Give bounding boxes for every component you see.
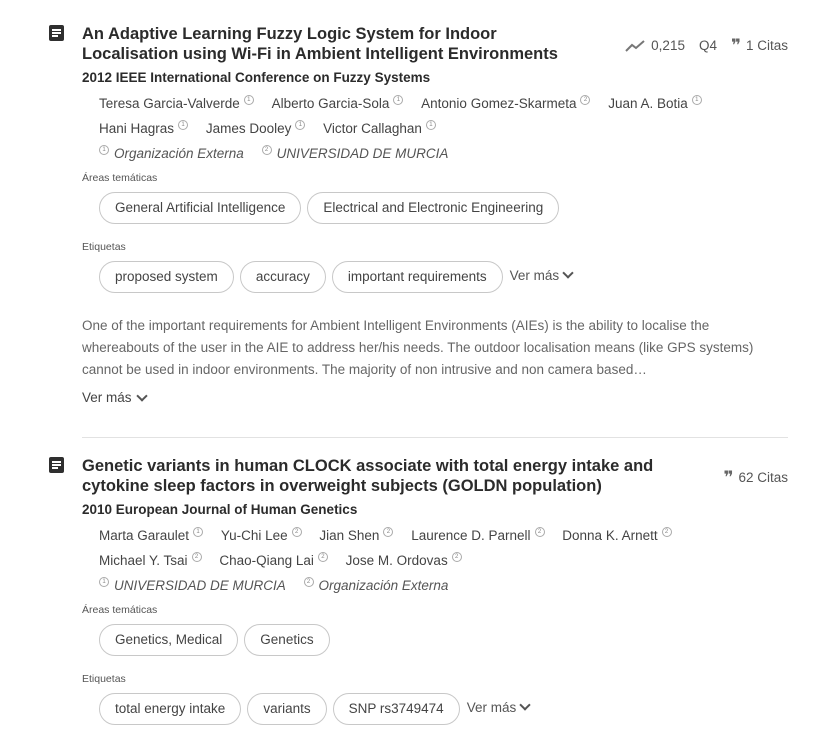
publication-list: An Adaptive Learning Fuzzy Logic System … bbox=[0, 0, 813, 725]
area-chip[interactable]: Genetics bbox=[244, 624, 330, 656]
author-list: Teresa Garcia-Valverde 1 Alberto Garcia-S… bbox=[82, 91, 788, 141]
tag-chip[interactable]: variants bbox=[247, 693, 327, 725]
organization-item[interactable]: 1 Organización Externa bbox=[99, 141, 244, 167]
organization-item[interactable]: 2 UNIVERSIDAD DE MURCIA bbox=[261, 141, 448, 167]
affiliation-badge: 2 bbox=[383, 527, 394, 537]
quote-icon: ❞ bbox=[730, 35, 741, 56]
tags-chips: total energy intake variants SNP rs37494… bbox=[82, 693, 788, 725]
affiliation-badge: 2 bbox=[534, 527, 545, 537]
author-item[interactable]: Chao-Qiang Lai 2 bbox=[219, 548, 328, 573]
affiliation-badge: 2 bbox=[291, 527, 302, 537]
author-item[interactable]: Victor Callaghan 1 bbox=[323, 116, 436, 141]
author-list: Marta Garaulet 1 Yu-Chi Lee 2 Jian Shen 2 L… bbox=[82, 523, 788, 573]
article-icon bbox=[49, 25, 64, 41]
chevron-down-icon bbox=[135, 389, 148, 402]
author-item[interactable]: Jose M. Ordovas 2 bbox=[346, 548, 462, 573]
affiliation-badge: 1 bbox=[243, 95, 254, 105]
tag-chip[interactable]: accuracy bbox=[239, 261, 326, 293]
affiliation-badge: 2 bbox=[451, 552, 462, 562]
affiliation-badge: 1 bbox=[193, 527, 204, 537]
area-chip[interactable]: Genetics, Medical bbox=[99, 624, 239, 656]
quartile-value: Q4 bbox=[698, 38, 717, 53]
impact-metric: 0,215 bbox=[625, 38, 685, 53]
author-item[interactable]: Donna K. Arnett 2 bbox=[562, 523, 672, 548]
affiliation-badge: 1 bbox=[425, 120, 436, 130]
impact-value: 0,215 bbox=[651, 38, 685, 53]
affiliation-badge: 1 bbox=[691, 95, 702, 105]
affiliation-badge: 1 bbox=[295, 120, 306, 130]
publication-metrics: ❞ 62 Citas bbox=[723, 467, 788, 488]
author-item[interactable]: Antonio Gomez-Skarmeta 2 bbox=[421, 91, 591, 116]
affiliation-badge: 1 bbox=[393, 95, 404, 105]
tags-chips: proposed system accuracy important requi… bbox=[82, 261, 788, 293]
tag-chip[interactable]: important requirements bbox=[331, 261, 503, 293]
author-item[interactable]: Michael Y. Tsai 2 bbox=[99, 548, 202, 573]
areas-label: Áreas temáticas bbox=[82, 604, 158, 616]
publication-metrics: 0,215 Q4 ❞ 1 Citas bbox=[625, 35, 788, 56]
author-item[interactable]: Juan A. Botia 1 bbox=[608, 91, 702, 116]
affiliation-badge: 2 bbox=[261, 145, 272, 155]
citations-count: 1 Citas bbox=[745, 38, 788, 53]
tags-more-button[interactable]: Ver más bbox=[467, 699, 531, 715]
author-item[interactable]: Alberto Garcia-Sola 1 bbox=[272, 91, 404, 116]
organization-list: 1 Organización Externa 2 UNIVERSIDAD DE MU… bbox=[82, 141, 788, 167]
areas-chips: Genetics, Medical Genetics bbox=[82, 624, 788, 656]
author-item[interactable]: Hani Hagras 1 bbox=[99, 116, 189, 141]
publication-item: Genetic variants in human CLOCK associat… bbox=[0, 438, 813, 725]
citations-metric: ❞ 62 Citas bbox=[723, 467, 788, 488]
area-chip[interactable]: General Artificial Intelligence bbox=[99, 192, 302, 224]
article-icon bbox=[49, 457, 64, 473]
author-item[interactable]: Teresa Garcia-Valverde 1 bbox=[99, 91, 254, 116]
author-item[interactable]: Marta Garaulet 1 bbox=[99, 523, 204, 548]
tag-chip[interactable]: proposed system bbox=[99, 261, 234, 293]
affiliation-badge: 2 bbox=[580, 95, 591, 105]
area-chip[interactable]: Electrical and Electronic Engineering bbox=[307, 192, 560, 224]
publication-source[interactable]: 2010 European Journal of Human Genetics bbox=[82, 502, 788, 517]
affiliation-badge: 1 bbox=[178, 120, 189, 130]
affiliation-badge: 2 bbox=[303, 577, 314, 587]
publication-title[interactable]: Genetic variants in human CLOCK associat… bbox=[82, 456, 707, 496]
affiliation-badge: 1 bbox=[99, 577, 109, 587]
author-item[interactable]: Jian Shen 2 bbox=[319, 523, 394, 548]
tags-more-button[interactable]: Ver más bbox=[510, 267, 574, 283]
tags-label: Etiquetas bbox=[82, 673, 126, 685]
affiliation-badge: 2 bbox=[317, 552, 328, 562]
tags-label: Etiquetas bbox=[82, 241, 126, 253]
publication-abstract: One of the important requirements for Am… bbox=[82, 318, 754, 377]
citations-count: 62 Citas bbox=[738, 470, 788, 485]
author-item[interactable]: James Dooley 1 bbox=[206, 116, 306, 141]
affiliation-badge: 1 bbox=[99, 145, 109, 155]
author-item[interactable]: Laurence D. Parnell 2 bbox=[411, 523, 545, 548]
areas-label: Áreas temáticas bbox=[82, 172, 158, 184]
affiliation-badge: 2 bbox=[191, 552, 202, 562]
author-item[interactable]: Yu-Chi Lee 2 bbox=[221, 523, 302, 548]
chevron-down-icon bbox=[519, 699, 531, 711]
publication-source[interactable]: 2012 IEEE International Conference on Fu… bbox=[82, 70, 788, 85]
affiliation-badge: 2 bbox=[661, 527, 672, 537]
chevron-down-icon bbox=[562, 267, 574, 279]
organization-item[interactable]: 2 Organización Externa bbox=[303, 573, 448, 599]
trending-icon bbox=[625, 39, 645, 52]
quote-icon: ❞ bbox=[723, 467, 733, 488]
organization-list: 1 UNIVERSIDAD DE MURCIA 2 Organización Ext… bbox=[82, 573, 788, 599]
areas-chips: General Artificial Intelligence Electric… bbox=[82, 192, 788, 224]
publication-title[interactable]: An Adaptive Learning Fuzzy Logic System … bbox=[82, 24, 592, 64]
abstract-more-button[interactable]: Ver más bbox=[82, 389, 148, 405]
publication-item: An Adaptive Learning Fuzzy Logic System … bbox=[0, 0, 813, 407]
citations-metric: ❞ 1 Citas bbox=[730, 35, 788, 56]
tag-chip[interactable]: total energy intake bbox=[99, 693, 242, 725]
tag-chip[interactable]: SNP rs3749474 bbox=[332, 693, 460, 725]
organization-item[interactable]: 1 UNIVERSIDAD DE MURCIA bbox=[99, 573, 286, 599]
